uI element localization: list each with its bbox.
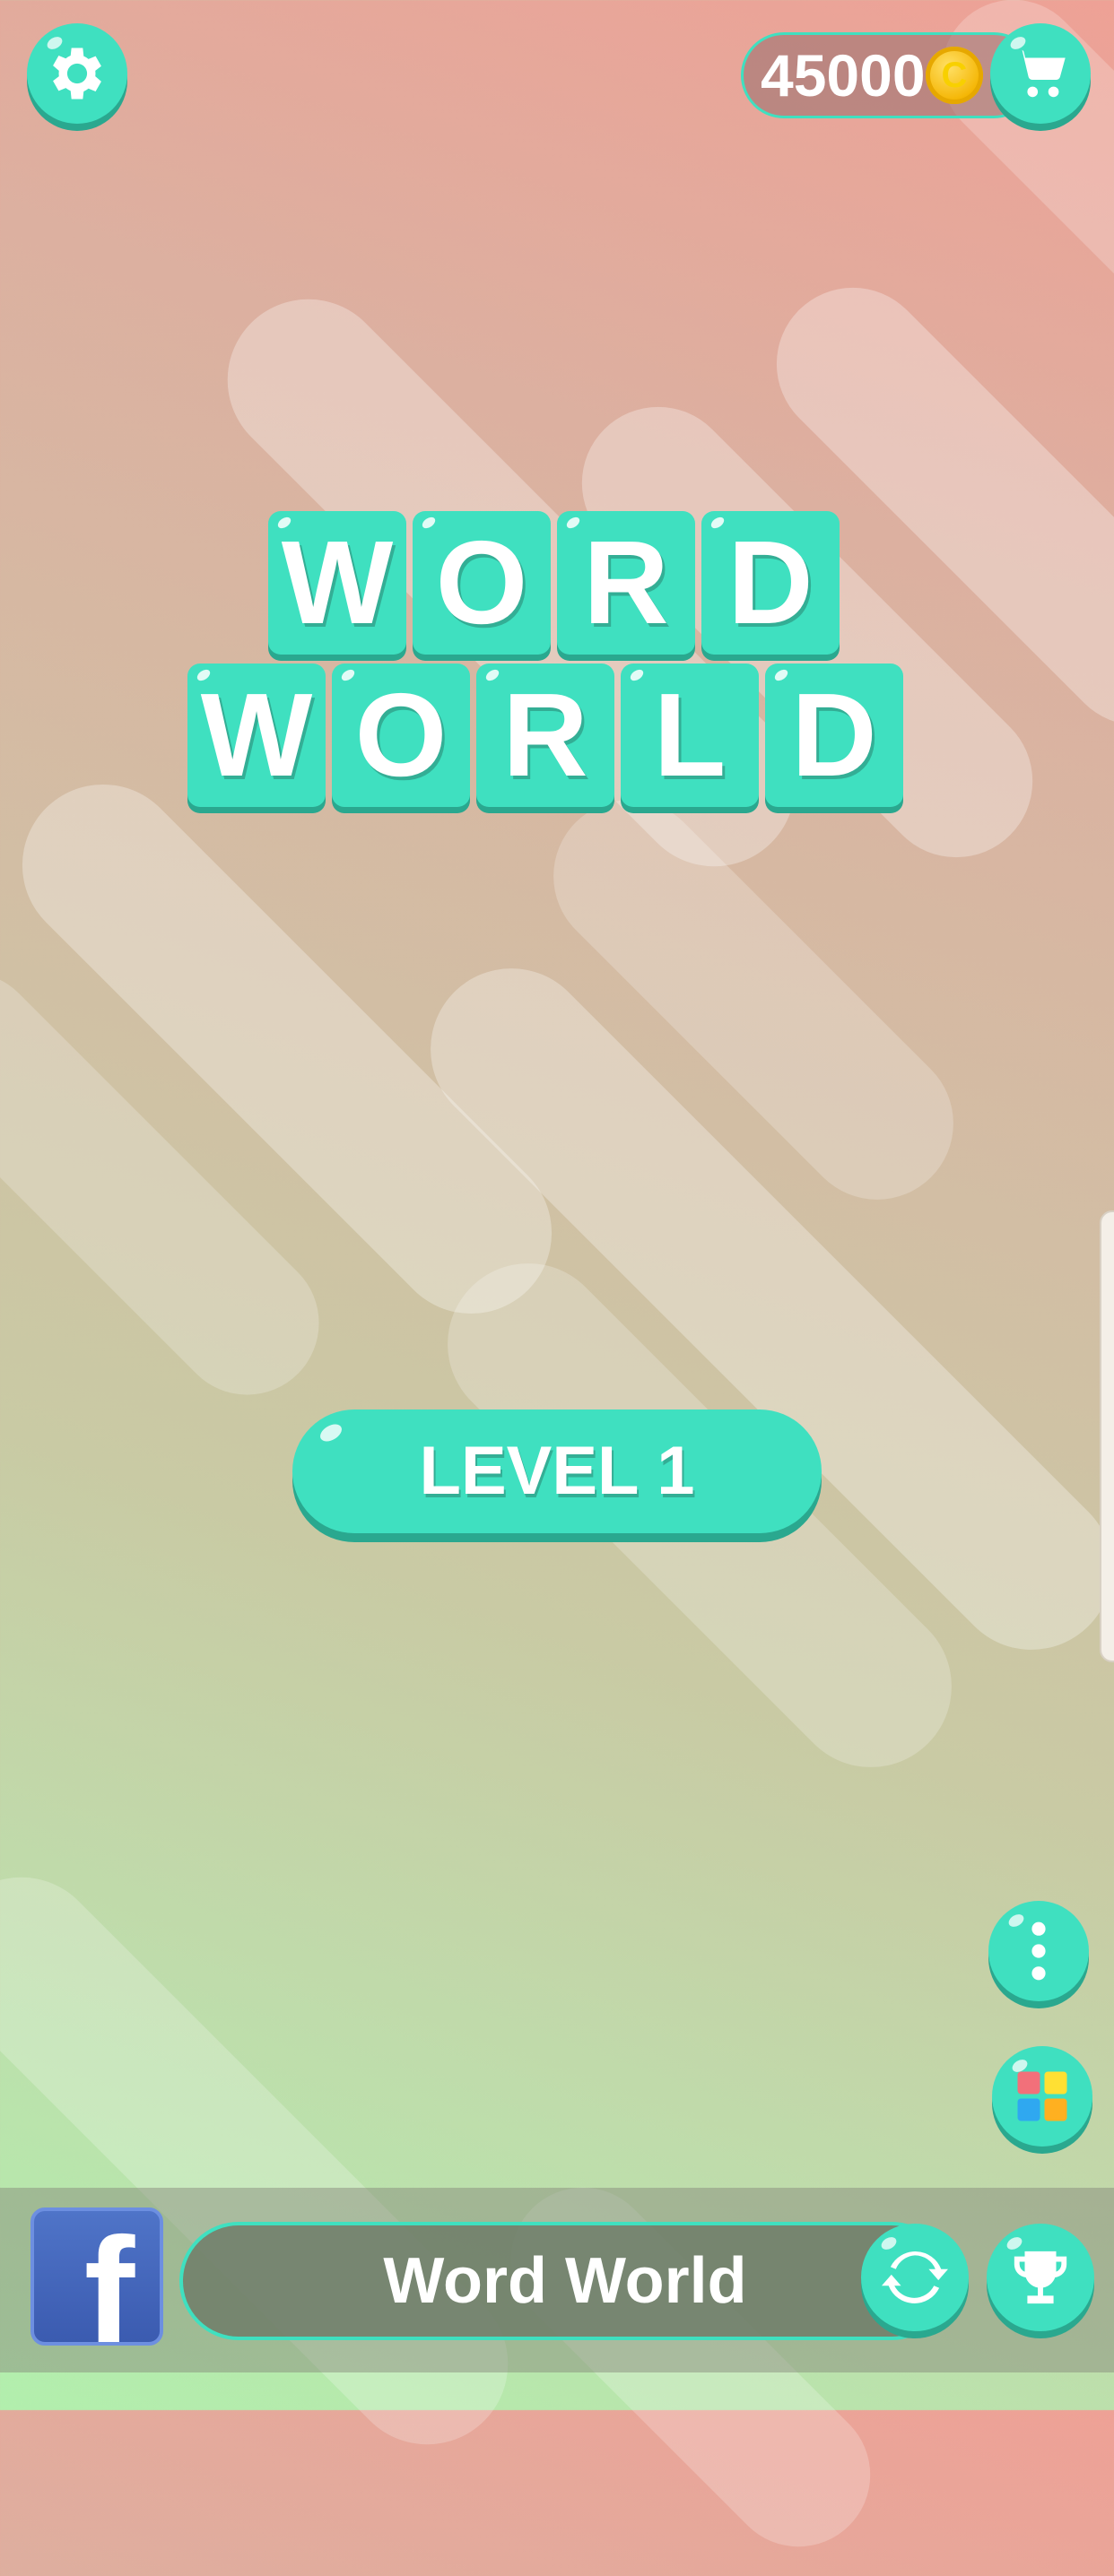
side-panel-handle[interactable] <box>1100 1210 1114 1662</box>
logo-tile: D <box>701 511 840 655</box>
logo-tile: D <box>765 664 903 807</box>
more-options-button[interactable] <box>988 1901 1089 2001</box>
settings-button[interactable] <box>27 23 127 124</box>
logo-tile: R <box>557 511 695 655</box>
refresh-icon <box>882 2251 948 2303</box>
apps-grid-icon <box>1017 2071 1067 2121</box>
gear-icon <box>53 48 101 100</box>
logo-tile: O <box>413 511 551 655</box>
refresh-button[interactable] <box>861 2224 969 2331</box>
logo-tile: L <box>621 664 759 807</box>
level-play-button[interactable]: LEVEL 1 <box>292 1409 822 1533</box>
facebook-icon: f <box>83 2207 135 2346</box>
game-title: Word World <box>383 2245 747 2317</box>
cart-icon <box>1014 49 1066 98</box>
more-vertical-icon <box>1031 1921 1046 1981</box>
background-stripe <box>0 1843 542 2478</box>
logo-tile: R <box>476 664 614 807</box>
facebook-button[interactable]: f <box>30 2207 163 2346</box>
logo-tile: W <box>268 511 406 655</box>
trophy-icon <box>1014 2251 1067 2304</box>
logo-tile: O <box>332 664 470 807</box>
more-games-button[interactable] <box>992 2046 1092 2147</box>
leaderboard-button[interactable] <box>987 2224 1094 2331</box>
coin-icon: C <box>926 47 983 104</box>
shop-button[interactable] <box>990 23 1091 124</box>
logo-tile: W <box>187 664 326 807</box>
coin-count: 45000 <box>761 42 926 108</box>
